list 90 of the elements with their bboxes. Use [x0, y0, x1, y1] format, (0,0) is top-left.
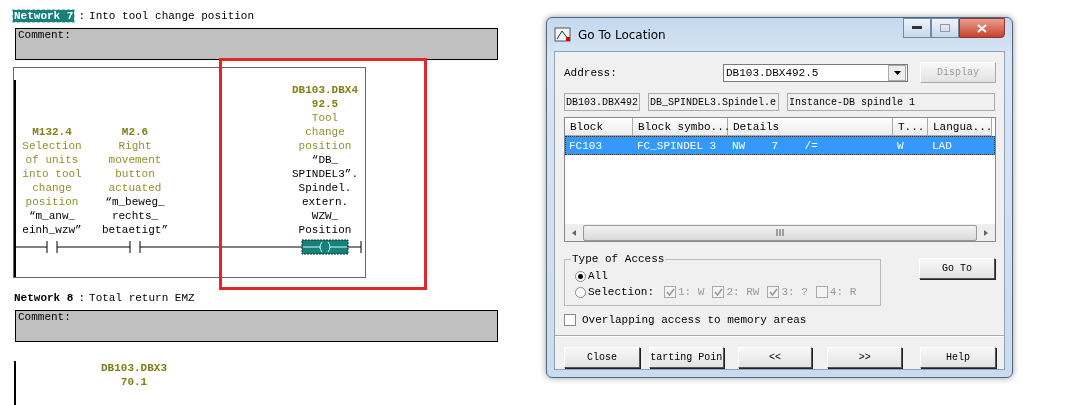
operand-comment: Tool [311, 111, 339, 125]
operand-address: 70.1 [120, 375, 148, 389]
operand-symbol: betaetigt” [102, 223, 168, 237]
operand-comment: actuated [108, 181, 162, 195]
operand-symbol: WZW_ [311, 209, 339, 223]
rung-end [347, 240, 362, 254]
info-field: DB103.DBX492 [564, 93, 640, 111]
scroll-left-icon[interactable] [572, 229, 576, 236]
table-cell-text: W [896, 138, 905, 154]
checkbox-label: 1: W [678, 286, 705, 298]
operand-comment: movement [108, 153, 162, 167]
network-description: Into tool change position [89, 10, 255, 22]
checkbox[interactable] [815, 286, 828, 298]
minimize-icon [912, 26, 922, 30]
separator: : [78, 292, 86, 304]
column-header[interactable]: Details [728, 118, 893, 136]
column-header[interactable]: Block [565, 118, 633, 136]
operand-comment: change [305, 125, 345, 139]
maximize-icon [940, 24, 950, 32]
operand-symbol: “DB_ [311, 153, 339, 167]
operand-symbol: “m_beweg_ [105, 195, 165, 209]
checkbox-label: 3: ? [781, 286, 808, 298]
network-title[interactable]: Network 7 [13, 10, 75, 22]
group-title: Type of Access [571, 253, 666, 265]
go-to-button[interactable]: Go To [919, 258, 995, 279]
caret-icon [893, 70, 901, 75]
scroll-right-icon[interactable] [984, 229, 988, 236]
table-cell-text: LAD [931, 138, 953, 154]
operand-comment: position [25, 195, 79, 209]
operand-address: DB103.DBX3 [101, 361, 167, 375]
operand-comment: into tool [22, 167, 82, 181]
results-list[interactable]: Block Block symbo... Details T... Langua... FC103 FC_SPINDEL 3 NW 7 /= W LAD [564, 117, 996, 242]
grip-icon [775, 229, 785, 236]
contact-symbol[interactable] [129, 240, 141, 254]
dialog-button[interactable]: tarting Poin [648, 347, 724, 368]
checkbox-label: 4: R [829, 286, 857, 298]
table-cell-text: NW 7 /= [731, 138, 819, 154]
address-dropdown[interactable]: DB103.DBX492.5 [723, 63, 908, 82]
horizontal-scrollbar[interactable] [565, 224, 995, 241]
operand-symbol: einh_wzw” [22, 223, 82, 237]
operand-symbol: Spindel. [298, 181, 352, 195]
dialog-button[interactable]: Close [564, 347, 640, 368]
checkbox[interactable] [564, 314, 576, 326]
option-label: Selection: [588, 286, 654, 298]
app-icon [554, 26, 572, 43]
operand-symbol: rechts_ [111, 209, 159, 223]
contact-symbol[interactable] [46, 240, 58, 254]
operand-comment: position [298, 139, 352, 153]
operand-symbol: Position [298, 223, 352, 237]
table-cell-text: FC_SPINDEL 3 [636, 138, 718, 154]
separator: : [78, 10, 86, 22]
operand-address: DB103.DBX4 [292, 83, 358, 97]
column-header[interactable]: Langua... [928, 118, 992, 136]
dialog-button[interactable]: Help [920, 347, 996, 368]
comment-field[interactable]: Comment: [15, 28, 498, 60]
operand-comment: of units [25, 153, 79, 167]
operand-address: M2.6 [121, 125, 149, 139]
column-header[interactable]: Block symbo... [633, 118, 728, 136]
dialog-button[interactable]: << [737, 347, 813, 368]
operand-comment: button [115, 167, 155, 181]
operand-comment: Right [118, 139, 152, 153]
window-title: Go To Location [578, 27, 667, 42]
dialog-button[interactable]: >> [827, 347, 903, 368]
close-button[interactable] [959, 18, 1005, 38]
checkbox-label: 2: RW [726, 286, 760, 298]
option-label: All [588, 270, 608, 282]
checkbox[interactable] [767, 286, 780, 298]
operand-symbol: SPINDEL3”. [292, 167, 358, 181]
network-title[interactable]: Network 8 [13, 292, 75, 304]
coil-symbol[interactable] [301, 239, 349, 255]
info-field: DB_SPINDEL3.Spindel.e [648, 93, 779, 111]
address-label: Address: [564, 66, 617, 79]
network-description: Total return EMZ [89, 292, 195, 304]
operand-symbol: extern. [301, 195, 349, 209]
checkbox[interactable] [712, 286, 725, 298]
checkbox-label: Overlapping access to memory areas [582, 314, 807, 326]
checkbox[interactable] [664, 286, 676, 298]
operand-address: M132.4 [32, 125, 72, 139]
info-field: Instance-DB spindle 1 [787, 93, 995, 111]
minimize-button[interactable] [903, 18, 931, 38]
column-header[interactable]: T... [893, 118, 928, 136]
close-icon [977, 23, 987, 33]
radio-button[interactable] [575, 270, 586, 282]
comment-field[interactable]: Comment: [15, 310, 498, 342]
operand-symbol: “m_anw_ [28, 209, 76, 223]
operand-comment: Selection [22, 139, 82, 153]
operand-comment: change [32, 181, 72, 195]
table-cell-text: FC103 [568, 138, 603, 154]
operand-address: 92.5 [311, 97, 339, 111]
radio-button[interactable] [575, 286, 586, 298]
